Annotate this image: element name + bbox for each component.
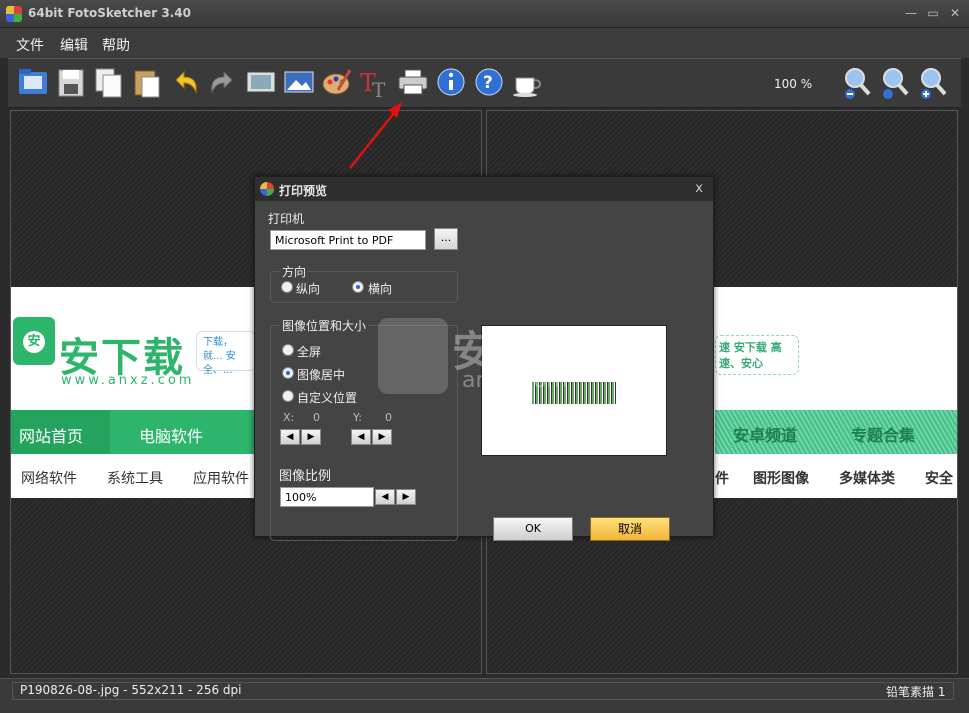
copy-icon[interactable] (92, 64, 126, 102)
close-button[interactable]: ✕ (948, 6, 962, 20)
toolbar: TT ? 100 % (8, 58, 961, 108)
y-value: 0 (385, 411, 392, 424)
portrait-label: 纵向 (296, 282, 321, 296)
sketch-nav-2: 专题合集 (851, 426, 916, 445)
status-bar: P190826-08-.jpg - 552x211 - 256 dpi 铅笔素描… (0, 678, 969, 713)
y-decrease-button[interactable]: ◀ (351, 429, 371, 445)
help-icon[interactable]: ? (472, 64, 506, 102)
zoom-out-icon[interactable] (840, 64, 874, 102)
zoom-in-icon[interactable] (916, 64, 950, 102)
svg-text:T: T (372, 78, 386, 102)
menu-bar: 文件 编辑 帮助 (0, 28, 969, 58)
dialog-app-icon (260, 182, 274, 196)
film-image-icon[interactable] (244, 64, 278, 102)
orientation-label: 方向 (280, 263, 309, 280)
site-nav-home: 网站首页 (19, 427, 84, 446)
paste-icon[interactable] (130, 64, 164, 102)
sketch-nav: 安卓频道 专题合集 (715, 410, 957, 454)
sketch-slogan: 速 安下载 高速、安心 (715, 335, 799, 375)
scale-label: 图像比例 (279, 469, 332, 484)
x-decrease-button[interactable]: ◀ (280, 429, 300, 445)
x-value: 0 (313, 411, 320, 424)
undo-icon[interactable] (168, 64, 202, 102)
y-label: Y: (353, 411, 362, 424)
sketch-nav-1: 安卓频道 (733, 426, 798, 445)
status-file-info: P190826-08-.jpg - 552x211 - 256 dpi (20, 683, 242, 697)
custom-position-label: 自定义位置 (297, 391, 358, 405)
open-folder-icon[interactable] (16, 64, 50, 102)
sketch-sub-2: 图形图像 (753, 471, 809, 487)
palette-icon[interactable] (320, 64, 354, 102)
watermark-url: anxz.com (462, 368, 568, 393)
landscape-radio[interactable] (352, 281, 364, 293)
cancel-button[interactable]: 取消 (590, 517, 670, 541)
menu-file[interactable]: 文件 (16, 35, 44, 55)
fullscreen-radio[interactable] (282, 344, 294, 356)
printer-label: 打印机 (268, 212, 305, 226)
landscape-label: 横向 (368, 282, 393, 296)
minimize-button[interactable]: — (904, 6, 918, 20)
scale-field[interactable]: 100% (280, 487, 374, 507)
site-sub-3: 应用软件 (193, 471, 249, 487)
title-bar: 64bit FotoSketcher 3.40 — ▭ ✕ (0, 0, 969, 28)
menu-help[interactable]: 帮助 (102, 35, 130, 55)
maximize-button[interactable]: ▭ (926, 6, 940, 20)
sketch-sub-3: 多媒体类 (839, 471, 895, 487)
portrait-radio[interactable] (281, 281, 293, 293)
text-icon[interactable]: TT (358, 64, 392, 102)
site-url: www.anxz.com (61, 373, 195, 388)
custom-position-radio[interactable] (282, 390, 294, 402)
save-icon[interactable] (54, 64, 88, 102)
scale-increase-button[interactable]: ▶ (396, 489, 416, 505)
ok-button[interactable]: OK (493, 517, 573, 541)
watermark-logo (378, 318, 448, 394)
printer-field[interactable]: Microsoft Print to PDF (270, 230, 426, 250)
coffee-cup-icon[interactable] (510, 64, 544, 102)
landscape-image-icon[interactable] (282, 64, 316, 102)
centered-radio[interactable] (282, 367, 294, 379)
centered-label: 图像居中 (297, 368, 346, 382)
site-slogan: 下载，就... 安全、... (196, 331, 256, 376)
sketch-sub-1: 件 (715, 471, 729, 487)
printer-browse-button[interactable]: ... (434, 228, 458, 250)
site-nav-pc: 电脑软件 (139, 427, 204, 446)
status-sketch-mode: 铅笔素描 1 (886, 685, 946, 699)
svg-text:?: ? (483, 73, 493, 93)
info-icon[interactable] (434, 64, 468, 102)
printer-icon[interactable] (396, 64, 430, 102)
zoom-level: 100 % (774, 77, 813, 91)
y-increase-button[interactable]: ▶ (372, 429, 392, 445)
logo-bag-icon (13, 317, 55, 365)
dialog-close-button[interactable]: x (695, 181, 703, 196)
position-label: 图像位置和大小 (280, 317, 369, 334)
x-increase-button[interactable]: ▶ (301, 429, 321, 445)
window-title: 64bit FotoSketcher 3.40 (28, 6, 191, 20)
x-label: X: (283, 411, 295, 424)
site-sub-1: 网络软件 (21, 471, 77, 487)
app-icon (6, 6, 22, 22)
zoom-fit-icon[interactable] (878, 64, 912, 102)
site-sub-2: 系统工具 (107, 471, 163, 487)
scale-decrease-button[interactable]: ◀ (375, 489, 395, 505)
fullscreen-label: 全屏 (297, 345, 322, 359)
sketch-sub-4: 安全 (925, 471, 953, 487)
dialog-title-bar[interactable]: 打印预览 x (255, 177, 713, 201)
redo-icon[interactable] (206, 64, 240, 102)
dialog-title: 打印预览 (279, 184, 328, 198)
menu-edit[interactable]: 编辑 (60, 35, 88, 55)
